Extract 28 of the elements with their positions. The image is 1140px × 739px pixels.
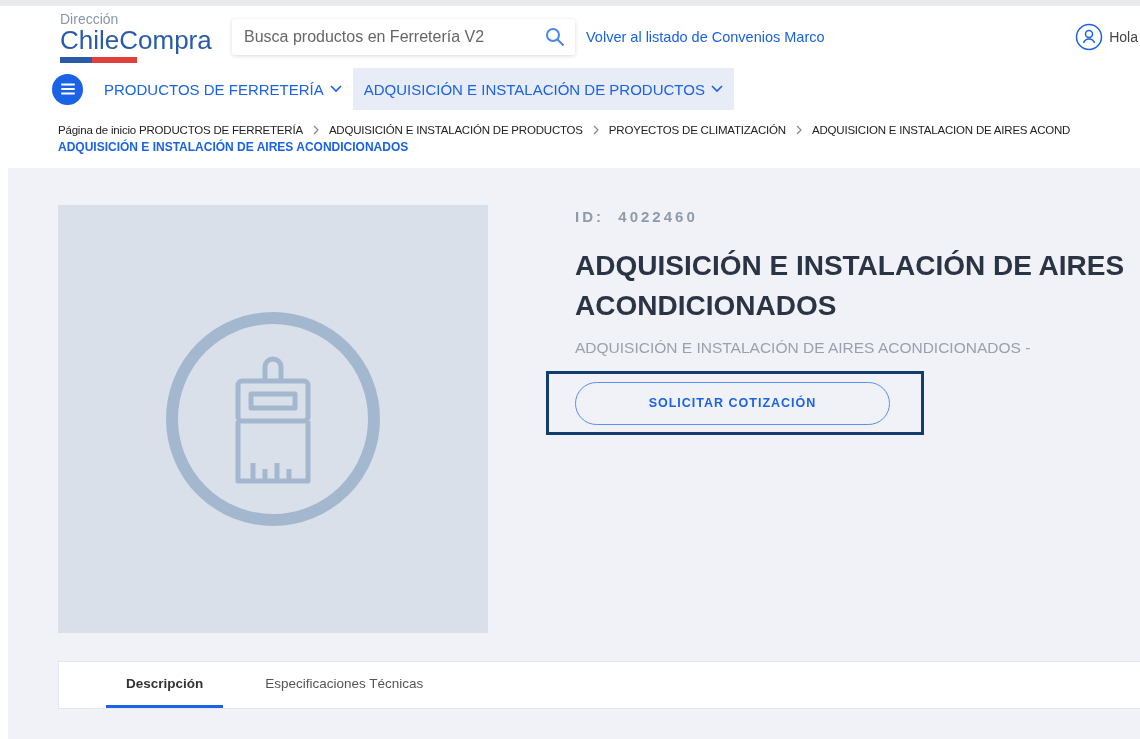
product-title: ADQUISICIÓN E INSTALACIÓN DE AIRES ACONDICIONADOS <box>575 249 1126 323</box>
tab[interactable]: Especificaciones Técnicas <box>245 662 444 708</box>
paintbrush-icon <box>165 311 381 527</box>
breadcrumb-link[interactable]: PROYECTOS DE CLIMATIZACIÓN <box>608 124 786 136</box>
nav-menu-item[interactable]: ADQUISICIÓN E INSTALACIÓN DE PRODUCTOS <box>352 68 734 110</box>
menu-button[interactable] <box>52 73 83 105</box>
request-quote-button[interactable]: SOLICITAR COTIZACIÓN <box>575 381 890 425</box>
chevron-right-icon <box>592 125 599 135</box>
logo-subtitle: Dirección <box>60 11 120 26</box>
chevron-right-icon <box>312 125 319 135</box>
breadcrumb-link[interactable]: ADQUISICIÓN E INSTALACIÓN DE PRODUCTOS <box>328 124 583 136</box>
chevron-down-icon <box>329 85 342 93</box>
breadcrumb-current: ADQUISICIÓN E INSTALACIÓN DE AIRES ACONDICIONADOS <box>58 140 409 154</box>
tab[interactable]: Descripción <box>106 662 224 708</box>
user-icon[interactable] <box>1075 23 1104 51</box>
search-icon[interactable] <box>545 27 565 47</box>
breadcrumb-link[interactable]: ADQUISICION E INSTALACION DE AIRES ACOND <box>811 124 1071 136</box>
nav-menu-item[interactable]: PRODUCTOS DE FERRETERÍA <box>93 68 353 110</box>
chevron-down-icon <box>710 85 723 93</box>
product-subtitle: ADQUISICIÓN E INSTALACIÓN DE AIRES ACONDICIONADOS - <box>575 339 1032 357</box>
logo-name: ChileCompra <box>60 25 213 54</box>
product-id: ID: 4022460 <box>575 208 699 225</box>
menu-icon <box>60 83 75 95</box>
back-link[interactable]: Volver al listado de Convenios Marco <box>586 29 825 45</box>
breadcrumb-link[interactable]: Página de inicio PRODUCTOS DE FERRETERÍA <box>58 124 303 136</box>
chevron-right-icon <box>795 125 802 135</box>
greeting-text: Hola <box>1109 29 1138 45</box>
search-field[interactable]: Busca productos en Ferretería V2 <box>232 19 575 55</box>
